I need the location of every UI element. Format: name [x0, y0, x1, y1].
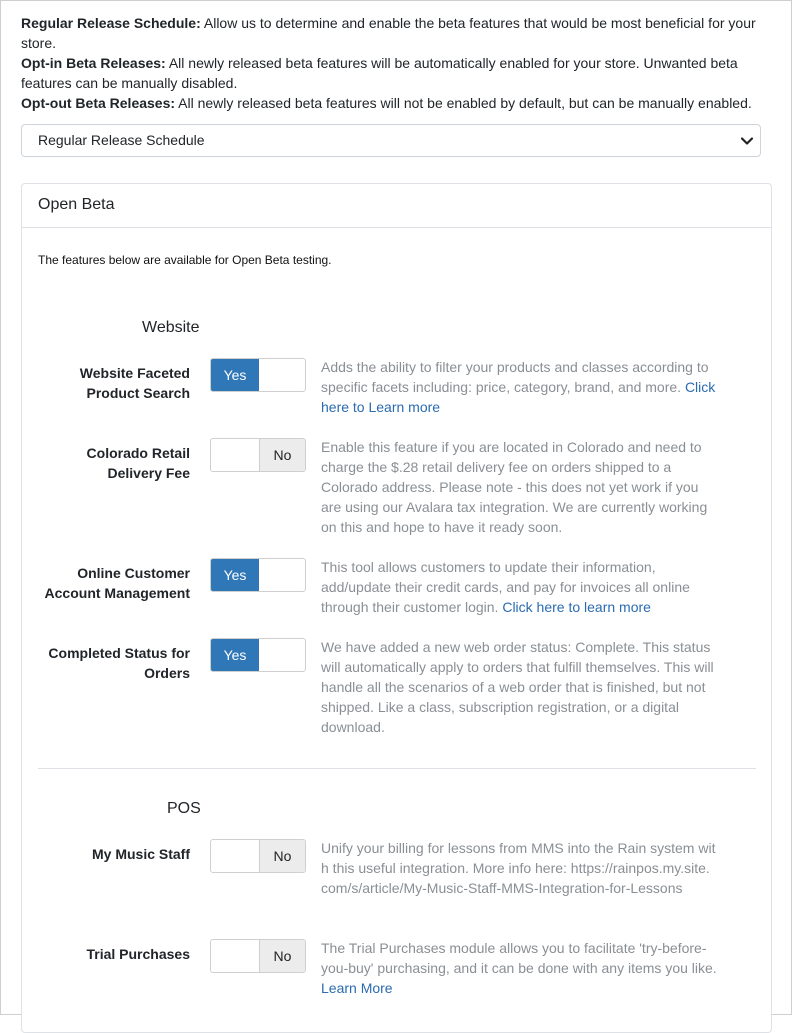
feature-label-colorado-fee: Colorado Retail Delivery Fee — [86, 445, 190, 481]
feature-desc-text: The Trial Purchases module allows you to… — [321, 940, 717, 976]
trial-purchases-toggle[interactable]: No — [210, 939, 306, 973]
feature-desc-completed-status: We have added a new web order status: Co… — [321, 639, 714, 735]
faceted-search-toggle[interactable]: Yes — [210, 358, 306, 392]
section-divider — [38, 768, 756, 769]
feature-label-trial-purchases: Trial Purchases — [86, 946, 190, 962]
learn-more-link[interactable]: Click here to learn more — [502, 599, 651, 615]
toggle-yes: Yes — [211, 559, 259, 591]
feature-desc-colorado-fee: Enable this feature if you are located i… — [321, 439, 708, 535]
feature-desc-text: Adds the ability to filter your products… — [321, 359, 709, 395]
feature-label-my-music-staff: My Music Staff — [91, 846, 190, 862]
completed-status-toggle[interactable]: Yes — [210, 638, 306, 672]
release-options-intro: Regular Release Schedule: Allow us to de… — [21, 13, 761, 113]
toggle-no: No — [259, 940, 305, 972]
intro-line-opt-out: Opt-out Beta Releases: All newly release… — [21, 93, 761, 113]
intro-text-opt-out: All newly released beta features will no… — [175, 95, 752, 111]
learn-more-link[interactable]: Learn More — [321, 980, 393, 996]
feature-desc-trial-purchases: The Trial Purchases module allows you to… — [321, 938, 721, 998]
feature-label-account-management: Online Customer Account Management — [44, 565, 190, 601]
toggle-yes: Yes — [211, 639, 259, 671]
intro-title-opt-in: Opt-in Beta Releases: — [21, 55, 166, 71]
section-title-pos: POS — [167, 800, 201, 817]
feature-desc-account-management: This tool allows customers to update the… — [321, 557, 721, 617]
colorado-fee-toggle[interactable]: No — [210, 438, 306, 472]
my-music-staff-toggle[interactable]: No — [210, 839, 306, 873]
open-beta-card: Open Beta The features below are availab… — [21, 183, 772, 1033]
feature-label-faceted-search: Website Faceted Product Search — [79, 365, 190, 401]
intro-title-regular: Regular Release Schedule: — [21, 15, 201, 31]
card-description: The features below are available for Ope… — [38, 253, 332, 267]
feature-label-completed-status: Completed Status for Orders — [48, 645, 190, 681]
chevron-down-icon — [740, 137, 754, 145]
feature-desc-faceted-search: Adds the ability to filter your products… — [321, 357, 721, 417]
release-schedule-value: Regular Release Schedule — [38, 132, 205, 148]
card-title: Open Beta — [22, 184, 771, 228]
feature-desc-my-music-staff: Unify your billing for lessons from MMS … — [321, 840, 716, 896]
account-management-toggle[interactable]: Yes — [210, 558, 306, 592]
intro-line-opt-in: Opt-in Beta Releases: All newly released… — [21, 53, 761, 93]
release-schedule-select[interactable]: Regular Release Schedule — [21, 124, 761, 157]
section-title-website: Website — [142, 319, 200, 336]
toggle-no: No — [259, 840, 305, 872]
intro-title-opt-out: Opt-out Beta Releases: — [21, 95, 176, 111]
toggle-no: No — [259, 439, 305, 471]
intro-line-regular: Regular Release Schedule: Allow us to de… — [21, 13, 761, 53]
toggle-yes: Yes — [211, 359, 259, 391]
